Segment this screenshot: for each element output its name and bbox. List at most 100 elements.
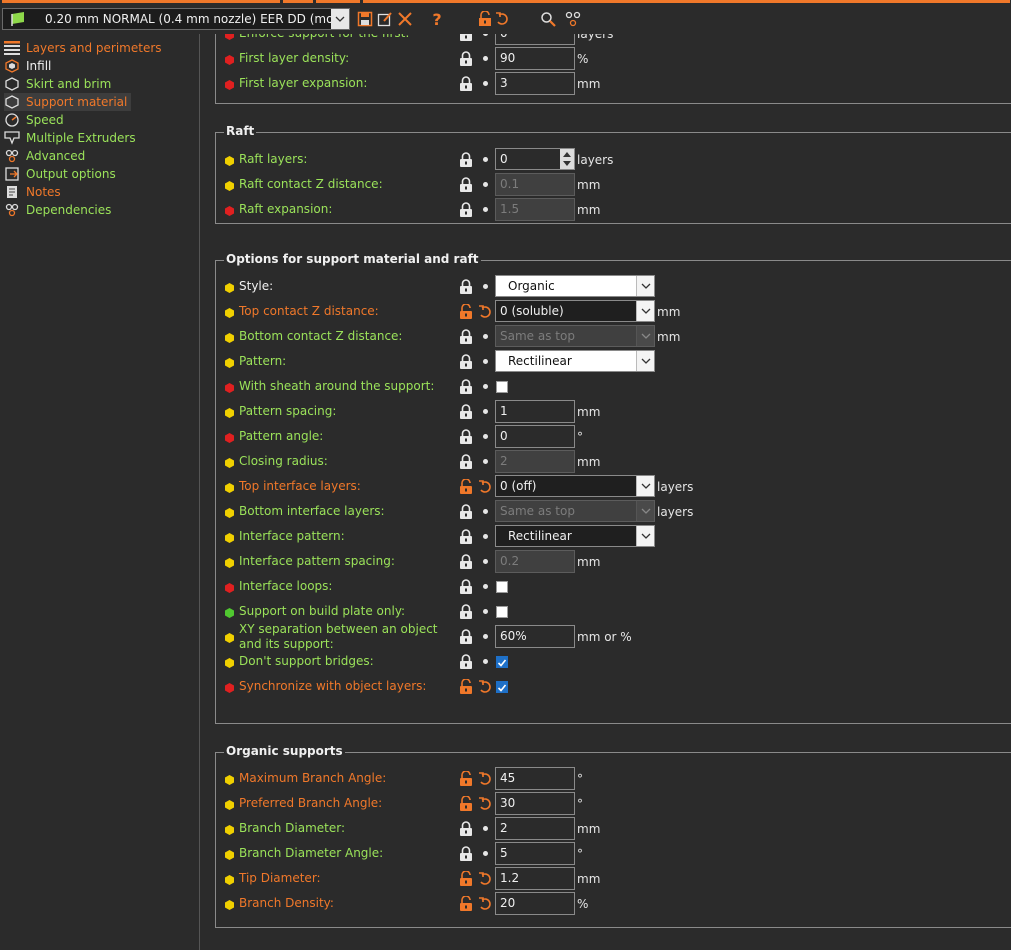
- setting-row-with-sheath-around-the-support: With sheath around the support:: [201, 375, 1011, 399]
- lock-icon[interactable]: [459, 846, 473, 862]
- unlock-icon[interactable]: [459, 795, 473, 812]
- lock-icon[interactable]: [459, 379, 473, 395]
- branch-diameter-angle-input[interactable]: 5: [495, 842, 575, 865]
- closing-radius-input[interactable]: 2: [495, 450, 575, 473]
- lock-icon[interactable]: [459, 604, 473, 620]
- lock-icon[interactable]: [476, 10, 494, 28]
- chevron-down-icon[interactable]: [636, 301, 654, 321]
- interface-loops-checkbox[interactable]: [496, 581, 508, 593]
- lock-icon[interactable]: [459, 821, 473, 837]
- unlock-icon[interactable]: [459, 895, 473, 912]
- lock-icon[interactable]: [459, 329, 473, 345]
- undo-icon[interactable]: [478, 772, 492, 786]
- don-t-support-bridges-checkbox[interactable]: [496, 656, 508, 668]
- sidebar-item-support-material[interactable]: Support material: [4, 93, 132, 111]
- pattern-dropdown[interactable]: Rectilinear: [495, 350, 655, 372]
- branch-diameter-input[interactable]: 2: [495, 817, 575, 840]
- lock-icon[interactable]: [459, 529, 473, 545]
- with-sheath-around-the-support-checkbox[interactable]: [496, 381, 508, 393]
- setting-row-top-interface-layers: Top interface layers: 0 (off) layers: [201, 475, 1011, 499]
- style-dropdown[interactable]: Organic: [495, 275, 655, 297]
- sidebar-item-infill[interactable]: Infill: [4, 57, 55, 75]
- lock-icon[interactable]: [459, 76, 473, 92]
- top-contact-z-distance-dropdown[interactable]: 0 (soluble): [495, 300, 655, 322]
- raft-contact-z-distance-input[interactable]: 0.1: [495, 173, 575, 196]
- preset-combo[interactable]: 0.20 mm NORMAL (0.4 mm nozzle) EER DD (m…: [2, 8, 350, 30]
- undo-icon[interactable]: [478, 480, 492, 494]
- raft-layers-stepper[interactable]: 0: [495, 148, 575, 170]
- chevron-down-icon[interactable]: [636, 501, 654, 521]
- unlock-icon[interactable]: [459, 303, 473, 320]
- sidebar-item-skirt-and-brim[interactable]: Skirt and brim: [4, 75, 115, 93]
- undo-icon[interactable]: [478, 872, 492, 886]
- question-icon[interactable]: ?: [428, 10, 446, 29]
- xy-separation-between-an-object-and-its-support-input[interactable]: 60%: [495, 625, 575, 648]
- unit-label: mm: [577, 178, 601, 192]
- lock-icon[interactable]: [459, 34, 473, 42]
- lock-icon[interactable]: [459, 404, 473, 420]
- lock-icon[interactable]: [459, 554, 473, 570]
- interface-pattern-spacing-input[interactable]: 0.2: [495, 550, 575, 573]
- lock-icon[interactable]: [459, 629, 473, 645]
- enforce-support-for-the-first-input[interactable]: 0: [495, 34, 575, 45]
- support-on-build-plate-only-checkbox[interactable]: [496, 606, 508, 618]
- unlock-icon[interactable]: [459, 678, 473, 695]
- raft-expansion-input[interactable]: 1.5: [495, 198, 575, 221]
- save-preset-icon[interactable]: [356, 10, 374, 28]
- chevron-down-icon[interactable]: [331, 9, 349, 29]
- sidebar-item-output-options[interactable]: Output options: [4, 165, 120, 183]
- bottom-interface-layers-dropdown[interactable]: Same as top: [495, 500, 655, 522]
- lock-icon[interactable]: [459, 504, 473, 520]
- chevron-down-icon[interactable]: [636, 326, 654, 346]
- compare-icon[interactable]: [564, 10, 582, 28]
- synchronize-with-object-layers-checkbox[interactable]: [496, 681, 508, 693]
- chevron-down-icon[interactable]: [636, 476, 654, 496]
- lock-icon[interactable]: [459, 454, 473, 470]
- sidebar-item-multiple-extruders[interactable]: Multiple Extruders: [4, 129, 140, 147]
- lock-icon[interactable]: [459, 429, 473, 445]
- lock-icon[interactable]: [459, 51, 473, 67]
- sidebar-item-notes[interactable]: Notes: [4, 183, 65, 201]
- interface-pattern-dropdown[interactable]: Rectilinear: [495, 525, 655, 547]
- dropdown-value: 0 (soluble): [500, 304, 564, 318]
- top-interface-layers-dropdown[interactable]: 0 (off): [495, 475, 655, 497]
- lock-icon[interactable]: [459, 579, 473, 595]
- status-dot-icon: [225, 607, 234, 618]
- preferred-branch-angle-input[interactable]: 30: [495, 792, 575, 815]
- undo-icon[interactable]: [478, 797, 492, 811]
- lock-icon[interactable]: [459, 177, 473, 193]
- pattern-spacing-input[interactable]: 1: [495, 400, 575, 423]
- bottom-contact-z-distance-dropdown[interactable]: Same as top: [495, 325, 655, 347]
- lock-icon[interactable]: [459, 279, 473, 295]
- undo-icon[interactable]: [478, 680, 492, 694]
- unlock-icon[interactable]: [459, 478, 473, 495]
- first-layer-density-input[interactable]: 90: [495, 47, 575, 70]
- lock-icon[interactable]: [459, 654, 473, 670]
- unlock-icon[interactable]: [459, 770, 473, 787]
- chevron-down-icon[interactable]: [636, 276, 654, 296]
- first-layer-expansion-input[interactable]: 3: [495, 72, 575, 95]
- maximum-branch-angle-input[interactable]: 45: [495, 767, 575, 790]
- tip-diameter-input[interactable]: 1.2: [495, 867, 575, 890]
- pattern-angle-input[interactable]: 0: [495, 425, 575, 448]
- search-icon[interactable]: [539, 10, 557, 28]
- stepper-arrows-icon[interactable]: [560, 149, 574, 169]
- delete-preset-icon[interactable]: [396, 10, 414, 28]
- sidebar-item-layers-and-perimeters[interactable]: Layers and perimeters: [4, 39, 166, 57]
- setting-label: Preferred Branch Angle:: [239, 796, 383, 810]
- rename-preset-icon[interactable]: [376, 10, 394, 28]
- undo-icon[interactable]: [478, 305, 492, 319]
- lock-icon[interactable]: [459, 152, 473, 168]
- undo-icon[interactable]: [493, 10, 511, 28]
- sidebar-item-speed[interactable]: Speed: [4, 111, 68, 129]
- branch-density-input[interactable]: 20: [495, 892, 575, 915]
- chevron-down-icon[interactable]: [636, 526, 654, 546]
- lock-icon[interactable]: [459, 354, 473, 370]
- sidebar-item-dependencies[interactable]: Dependencies: [4, 201, 115, 219]
- lock-icon[interactable]: [459, 202, 473, 218]
- unit-label: %: [577, 897, 589, 911]
- chevron-down-icon[interactable]: [636, 351, 654, 371]
- unlock-icon[interactable]: [459, 870, 473, 887]
- sidebar-item-advanced[interactable]: Advanced: [4, 147, 89, 165]
- undo-icon[interactable]: [478, 897, 492, 911]
